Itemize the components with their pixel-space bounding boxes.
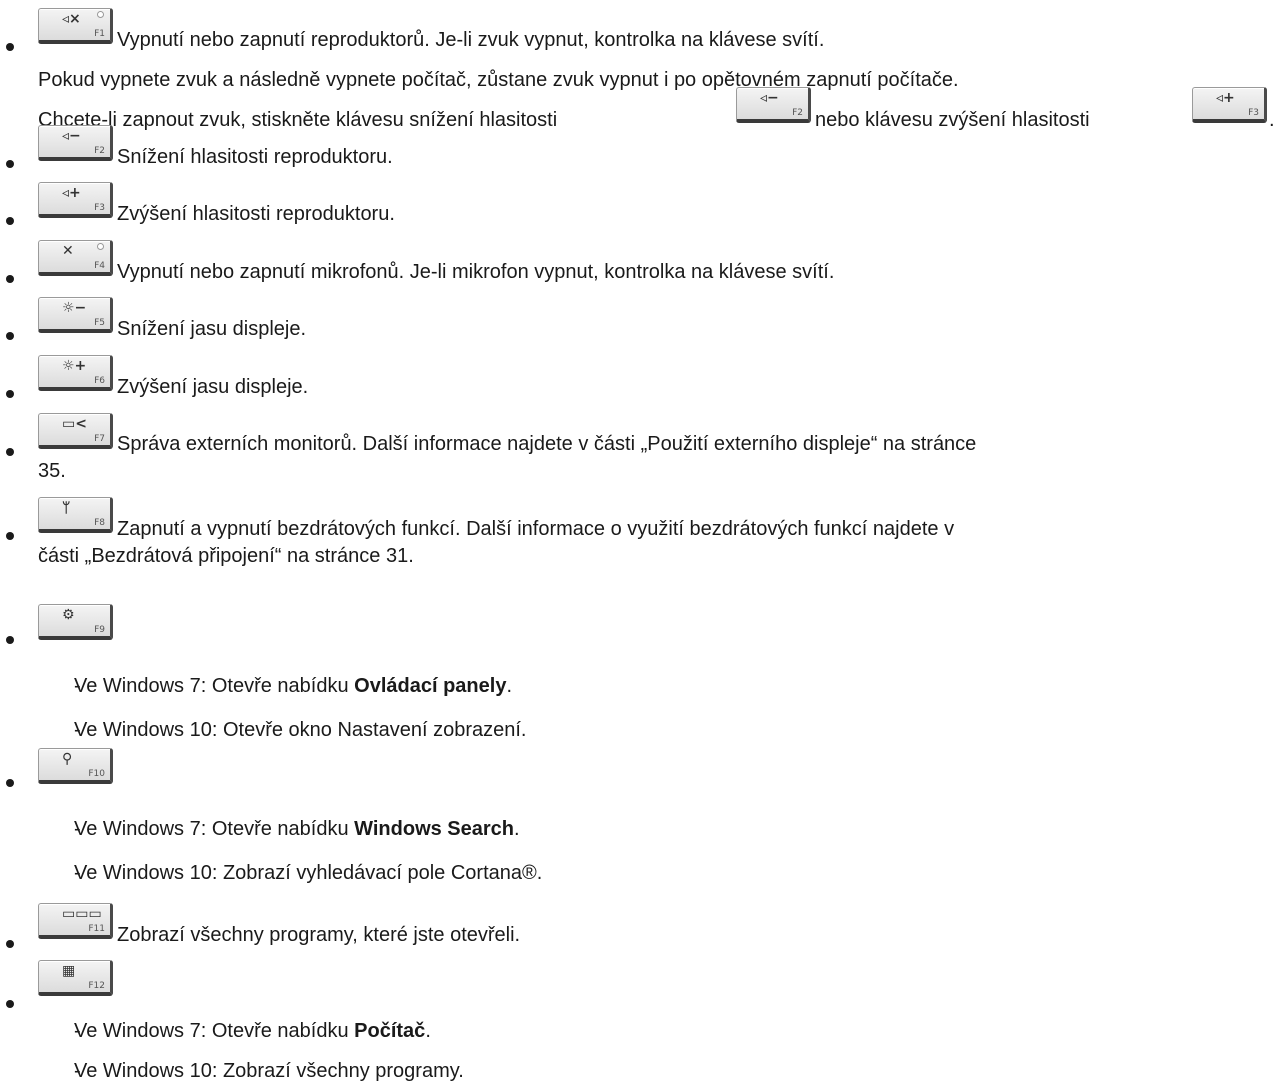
item-text: Snížení jasu displeje. [117, 318, 307, 340]
volume-down-icon: ◃− [760, 90, 779, 106]
key-label: F6 [94, 376, 105, 386]
f9-key: ⚙ F9 [38, 604, 113, 640]
bullet [6, 448, 14, 456]
led-indicator [97, 243, 104, 250]
item-text: Chcete-li zapnout zvuk, stiskněte kláves… [38, 109, 558, 131]
brightness-down-icon: ☼− [62, 300, 87, 316]
sub-text: Ve Windows 10: Zobrazí všechny programy. [74, 1060, 464, 1082]
bold-term: Windows Search [354, 818, 515, 840]
task-view-icon: ▭▭▭ [62, 906, 102, 922]
bullet [6, 332, 14, 340]
sub-item-text: Ve Windows 7: Otevře nabídku Počítač. [74, 1018, 431, 1044]
search-icon: ⚲ [62, 751, 73, 767]
brightness-up-icon: ☼+ [62, 358, 87, 374]
item-text: Správa externích monitorů. Další informa… [117, 433, 977, 455]
item-text: Vypnutí nebo zapnutí mikrofonů. Je-li mi… [117, 261, 835, 283]
key-label: F9 [94, 625, 105, 635]
sub-text: . [514, 818, 520, 840]
external-monitor-icon: ▭< [62, 416, 87, 432]
key-label: F8 [94, 518, 105, 528]
item-text: . [1269, 109, 1275, 131]
sub-item-text: Ve Windows 10: Zobrazí vyhledávací pole … [74, 860, 542, 886]
f1-key: ◃× F1 [38, 8, 113, 44]
f7-key: ▭< F7 [38, 413, 113, 449]
sub-text: Ve Windows 10: Otevře okno Nastavení zob… [74, 719, 527, 741]
key-label: F5 [94, 318, 105, 328]
item-text: 35. [38, 460, 66, 482]
item-text: Pokud vypnete zvuk a následně vypnete po… [38, 69, 959, 91]
f4-key: ✕ F4 [38, 240, 113, 276]
key-label: F10 [88, 769, 105, 779]
key-label: F2 [792, 108, 803, 118]
f3-key: ◃+ F3 [38, 182, 113, 218]
f5-key: ☼− F5 [38, 297, 113, 333]
item-text: Snížení hlasitosti reproduktoru. [117, 146, 393, 168]
f8-key: ᛘ F8 [38, 497, 113, 533]
item-text: části „Bezdrátová připojení“ na stránce … [38, 545, 414, 567]
key-label: F3 [1248, 108, 1259, 118]
bullet [6, 779, 14, 787]
sub-item-text: Ve Windows 7: Otevře nabídku Windows Sea… [74, 816, 520, 842]
bullet [6, 160, 14, 168]
volume-up-icon: ◃+ [1216, 90, 1235, 106]
settings-icon: ⚙ [62, 607, 75, 623]
led-indicator [97, 11, 104, 18]
f6-key: ☼+ F6 [38, 355, 113, 391]
bullet [6, 217, 14, 225]
key-label: F4 [94, 261, 105, 271]
sub-item-text: Ve Windows 10: Zobrazí všechny programy. [74, 1058, 464, 1084]
volume-up-icon: ◃+ [62, 185, 81, 201]
volume-down-icon: ◃− [62, 128, 81, 144]
microphone-mute-icon: ✕ [62, 243, 74, 259]
f10-key: ⚲ F10 [38, 748, 113, 784]
apps-grid-icon: ▦ [62, 963, 76, 979]
bullet [6, 532, 14, 540]
bullet [6, 275, 14, 283]
wireless-icon: ᛘ [62, 500, 71, 516]
sub-text: . [506, 675, 513, 697]
sub-text: Ve Windows 10: Zobrazí vyhledávací pole … [74, 862, 523, 884]
f12-key: ▦ F12 [38, 960, 113, 996]
item-text: Zvýšení hlasitosti reproduktoru. [117, 203, 395, 225]
item-text: Zobrazí všechny programy, které jste ote… [117, 924, 521, 946]
sub-text: Ve Windows 7: Otevře nabídku [74, 1020, 355, 1042]
key-label: F3 [94, 203, 105, 213]
item-text: Zapnutí a vypnutí bezdrátových funkcí. D… [117, 518, 955, 540]
f2-key-inline: ◃− F2 [736, 87, 811, 123]
sub-item-text: Ve Windows 7: Otevře nabídku Ovládací pa… [74, 673, 512, 699]
sub-text: Ve Windows 7: Otevře nabídku [74, 675, 355, 697]
key-label: F12 [88, 981, 105, 991]
f3-key-inline: ◃+ F3 [1192, 87, 1267, 123]
sub-text: Ve Windows 7: Otevře nabídku [74, 818, 355, 840]
item-text: Vypnutí nebo zapnutí reproduktorů. Je-li… [117, 29, 825, 51]
key-label: F2 [94, 146, 105, 156]
key-label: F11 [88, 924, 105, 934]
bold-term: Počítač [354, 1020, 426, 1042]
speaker-mute-icon: ◃× [62, 11, 81, 27]
key-label: F7 [94, 434, 105, 444]
bullet [6, 636, 14, 644]
bullet [6, 1000, 14, 1008]
f2-key: ◃− F2 [38, 125, 113, 161]
key-label: F1 [94, 29, 105, 39]
bullet [6, 940, 14, 948]
bullet [6, 390, 14, 398]
sub-text: . [425, 1020, 431, 1042]
sub-text: ®. [522, 862, 543, 884]
item-text: nebo klávesu zvýšení hlasitosti [815, 109, 1090, 131]
item-text: Zvýšení jasu displeje. [117, 376, 309, 398]
f11-key: ▭▭▭ F11 [38, 903, 113, 939]
sub-item-text: Ve Windows 10: Otevře okno Nastavení zob… [74, 717, 526, 743]
bullet [6, 43, 14, 51]
bold-term: Ovládací panely [354, 675, 507, 697]
